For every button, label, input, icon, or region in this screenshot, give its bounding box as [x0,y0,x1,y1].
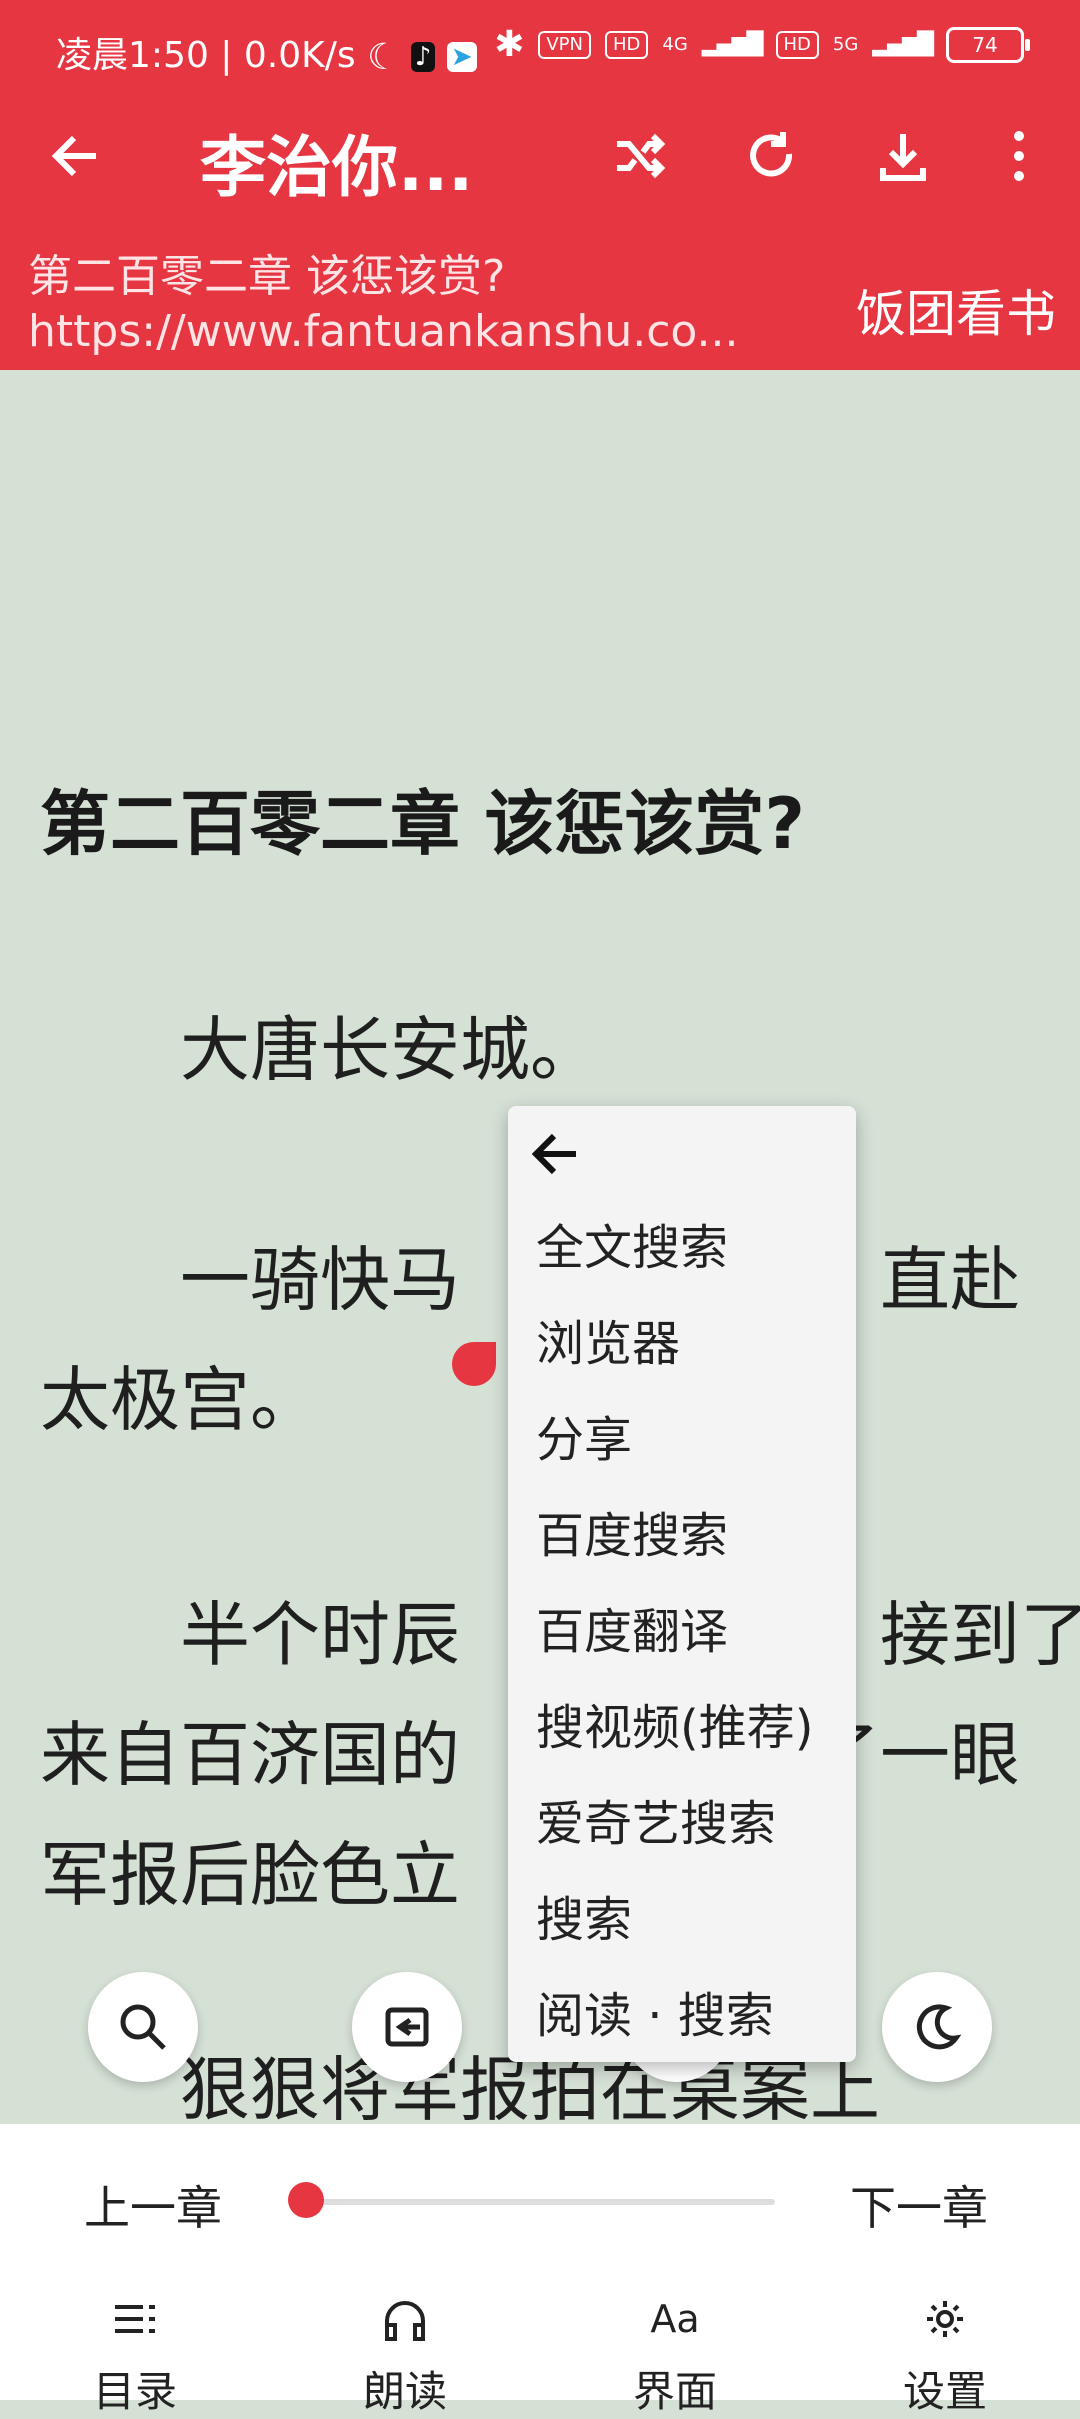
menu-item-video-search[interactable]: 搜视频(推荐) [536,1688,813,1758]
back-button[interactable] [34,114,118,198]
menu-item-baidu-search[interactable]: 百度搜索 [536,1496,728,1566]
network-type-2: 5G [832,34,859,55]
hd-badge-1: HD [605,30,649,59]
nav-catalog[interactable]: 目录 [35,2294,235,2419]
book-title: 李治你... [200,129,474,206]
context-menu: 全文搜索 浏览器 分享 百度搜索 百度翻译 搜视频(推荐) 爱奇艺搜索 搜索 阅… [508,1106,856,2062]
status-right: ✱ VPN HD 4G ▂▄▆█ HD 5G ▂▄▆█ 74 [494,24,1030,65]
tiktok-icon: ♪ [410,42,436,72]
menu-item-search[interactable]: 搜索 [536,1880,632,1950]
more-options-button[interactable] [977,114,1061,198]
source-name[interactable]: 饭团看书 [856,274,1056,346]
moon-icon [916,2004,962,2050]
nav-settings[interactable]: 设置 [845,2294,1045,2419]
gear-icon [927,2301,963,2337]
headphones-icon [385,2301,425,2341]
font-style-icon: Aa [650,2297,700,2341]
text-line-3: 太极宫。 [40,1359,320,1441]
signal-icon-2: ▂▄▆█ [872,32,934,57]
refresh-icon [750,132,793,177]
battery-icon: 74 [946,26,1030,63]
nav-settings-label: 设置 [902,2367,987,2416]
chapter-info-bar[interactable]: 第二百零二章 该惩该赏? https://www.fantuankanshu.c… [0,230,1080,370]
text-line-1: 大唐长安城。 [40,1009,600,1091]
nav-read-aloud[interactable]: 朗读 [305,2294,505,2419]
bluetooth-icon: ✱ [494,24,525,65]
next-chapter-button[interactable]: 下一章 [850,2172,988,2238]
chapter-heading: 第二百零二章 该惩该赏? [40,783,805,865]
nav-interface-label: 界面 [632,2367,717,2416]
telegram-icon: ➤ [446,42,477,72]
menu-item-share[interactable]: 分享 [536,1400,632,1470]
chapter-title-header: 第二百零二章 该惩该赏? [28,251,506,302]
menu-item-baidu-translate[interactable]: 百度翻译 [536,1592,728,1662]
chapter-url: https://www.fantuankanshu.co... [28,306,739,357]
progress-slider-track[interactable] [305,2199,775,2205]
nav-interface[interactable]: Aa 界面 [575,2294,775,2419]
arrow-left-icon [51,135,96,177]
vpn-badge: VPN [538,30,591,59]
text-selection-handle[interactable] [452,1342,496,1386]
arrow-left-icon [531,1133,576,1175]
status-bar: 凌晨1:50 | 0.0K/s ☾ ♪ ➤ ✱ VPN HD 4G ▂▄▆█ H… [0,0,1080,96]
prev-chapter-button[interactable]: 上一章 [84,2172,222,2238]
signal-icon-1: ▂▄▆█ [701,32,764,57]
menu-back-button[interactable] [528,1126,598,1196]
nav-read-aloud-label: 朗读 [362,2367,447,2416]
moon-icon: ☾ [367,36,400,78]
search-icon [120,2004,166,2050]
shuffle-icon [617,133,666,179]
menu-item-fulltext-search[interactable]: 全文搜索 [536,1208,728,1278]
progress-slider-thumb[interactable] [288,2182,324,2218]
status-time: 凌晨1:50 | 0.0K/s [56,35,356,76]
text-line-6: 军报后脸色立 [40,1834,460,1916]
auto-page-fab[interactable] [352,1972,462,2082]
more-vert-icon [1014,131,1024,181]
nav-catalog-label: 目录 [92,2367,177,2416]
bottom-bar: 上一章 下一章 目录 朗读 Aa 界面 设置 [0,2124,1080,2416]
menu-item-browser[interactable]: 浏览器 [536,1304,680,1374]
hd-badge-2: HD [775,30,819,59]
download-icon [880,134,926,181]
refresh-button[interactable] [729,114,813,198]
search-fab[interactable] [88,1972,198,2082]
menu-item-iqiyi-search[interactable]: 爱奇艺搜索 [536,1784,776,1854]
status-left: 凌晨1:50 | 0.0K/s ☾ ♪ ➤ [56,26,477,78]
download-button[interactable] [861,114,945,198]
network-type-1: 4G [662,34,688,55]
menu-item-read-search[interactable]: 阅读 · 搜索 [536,1976,774,2046]
change-source-button[interactable] [597,114,681,198]
auto-page-icon [385,2007,429,2047]
night-mode-fab[interactable] [882,1972,992,2082]
list-icon [115,2305,155,2333]
app-header: 凌晨1:50 | 0.0K/s ☾ ♪ ➤ ✱ VPN HD 4G ▂▄▆█ H… [0,0,1080,370]
toolbar: 李治你... [0,96,1080,216]
